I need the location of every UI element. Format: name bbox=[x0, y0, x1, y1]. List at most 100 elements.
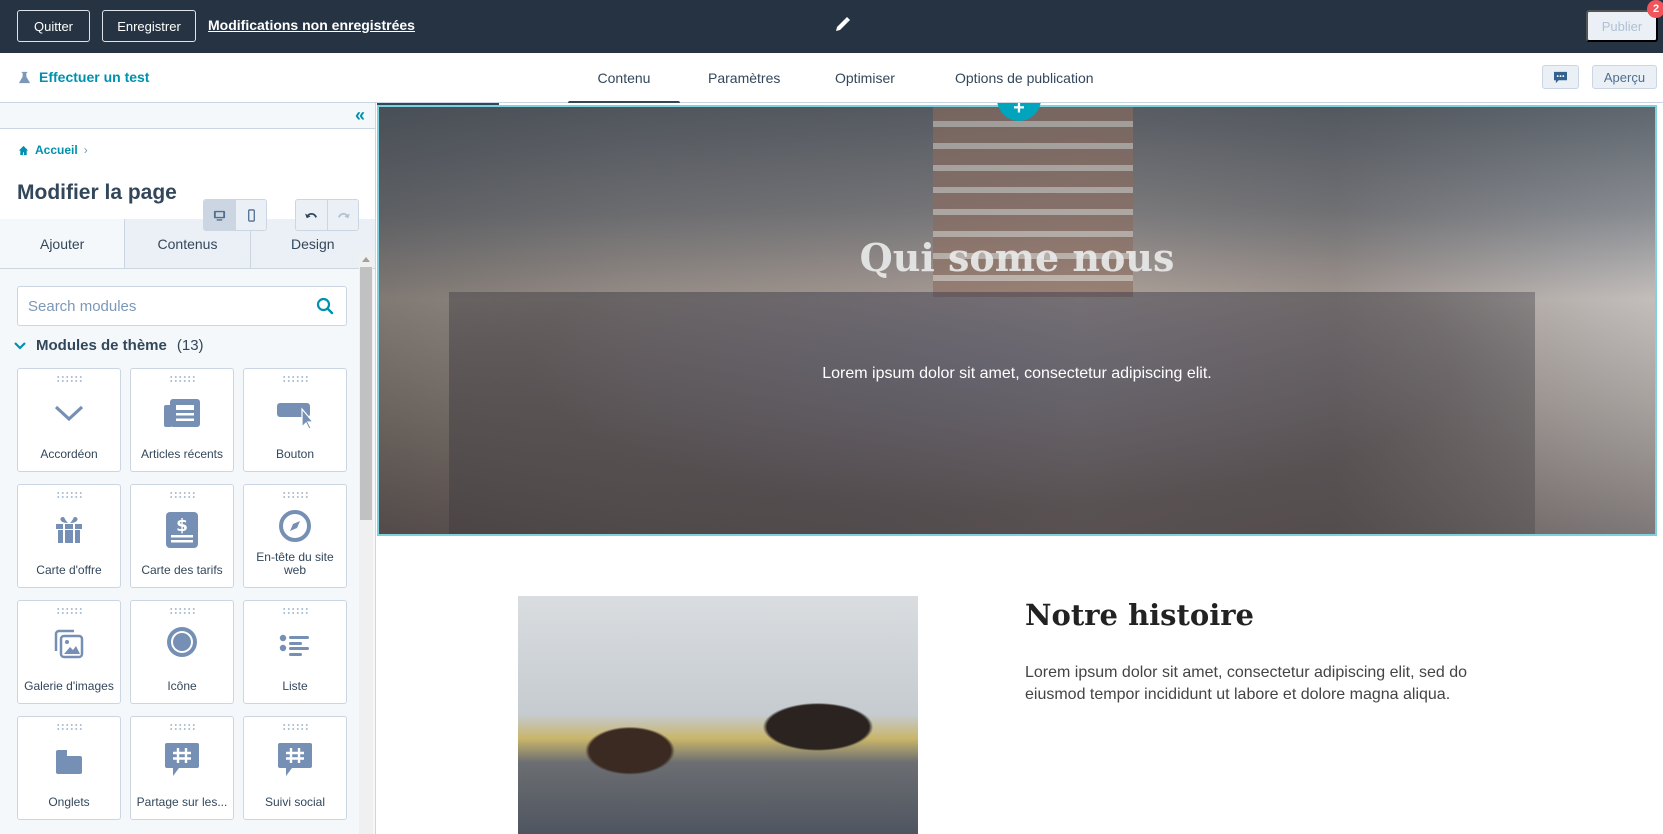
folder-icon bbox=[56, 750, 82, 774]
device-view-toggle bbox=[203, 199, 267, 231]
section-title: Modules de thème bbox=[36, 337, 167, 354]
compass-icon bbox=[279, 510, 311, 542]
breadcrumb-separator: › bbox=[83, 143, 88, 157]
sidebar-add-panel: Modules de thème (13) Accordéon Articles… bbox=[0, 269, 375, 829]
gift-icon bbox=[56, 517, 82, 543]
module-card-carte-offre[interactable]: Carte d'offre bbox=[17, 484, 121, 588]
drag-handle-icon bbox=[282, 723, 310, 731]
publish-button[interactable]: Publier bbox=[1586, 10, 1658, 42]
comment-icon bbox=[1554, 71, 1567, 83]
quit-button[interactable]: Quitter bbox=[17, 10, 90, 42]
module-search-input[interactable] bbox=[18, 287, 298, 325]
module-label: Suivi social bbox=[264, 795, 326, 809]
desktop-view-button[interactable] bbox=[204, 200, 235, 230]
drag-handle-icon bbox=[56, 491, 84, 499]
page-title: Modifier la page bbox=[17, 181, 177, 204]
preview-button[interactable]: Aperçu bbox=[1592, 65, 1657, 89]
module-label: Carte d'offre bbox=[36, 563, 102, 577]
sidebar-header: Accueil › Modifier la page bbox=[0, 129, 375, 231]
hashtag-bubble-icon bbox=[165, 743, 199, 776]
section-theme-modules[interactable]: Modules de thème (13) bbox=[14, 337, 204, 354]
history-controls bbox=[295, 199, 359, 231]
sidebar-scrollbar[interactable] bbox=[359, 253, 373, 834]
section-count: (13) bbox=[176, 337, 204, 354]
hashtag-bubble-icon bbox=[278, 743, 312, 776]
module-label: En-tête du site web bbox=[256, 550, 334, 577]
story-text[interactable]: Lorem ipsum dolor sit amet, consectetur … bbox=[1025, 662, 1505, 706]
top-bar: Quitter Enregistrer Modifications non en… bbox=[0, 0, 1663, 53]
hero-subtitle[interactable]: Lorem ipsum dolor sit amet, consectetur … bbox=[379, 365, 1655, 383]
mobile-view-button[interactable] bbox=[235, 200, 266, 230]
module-label: Accordéon bbox=[40, 447, 98, 461]
module-label: Carte des tarifs bbox=[141, 563, 223, 577]
module-label: Icône bbox=[167, 679, 197, 693]
collapse-sidebar-icon[interactable]: « bbox=[355, 106, 365, 124]
drag-handle-icon bbox=[169, 723, 197, 731]
module-label: Liste bbox=[282, 679, 308, 693]
module-label: Bouton bbox=[275, 447, 315, 461]
undo-button[interactable] bbox=[296, 200, 327, 230]
drag-handle-icon bbox=[56, 723, 84, 731]
chevron-down-icon bbox=[54, 405, 84, 422]
module-search bbox=[17, 286, 347, 326]
mobile-icon bbox=[247, 208, 255, 222]
hero-section[interactable]: Qui some nous Lorem ipsum dolor sit amet… bbox=[377, 105, 1657, 536]
pencil-icon[interactable] bbox=[832, 15, 852, 35]
module-card-articles-recents[interactable]: Articles récents bbox=[130, 368, 234, 472]
drag-handle-icon bbox=[282, 375, 310, 383]
drag-handle-icon bbox=[282, 491, 310, 499]
module-card-carte-tarifs[interactable]: $ Carte des tarifs bbox=[130, 484, 234, 588]
breadcrumb-home[interactable]: Accueil bbox=[35, 143, 78, 157]
drag-handle-icon bbox=[56, 607, 84, 615]
story-title[interactable]: Notre histoire bbox=[1025, 598, 1254, 632]
redo-button[interactable] bbox=[327, 200, 358, 230]
home-icon bbox=[18, 145, 29, 155]
story-image[interactable] bbox=[518, 596, 918, 834]
sidebar-collapse-bar: « bbox=[0, 103, 375, 129]
scroll-up-arrow-icon[interactable] bbox=[362, 257, 370, 262]
image-gallery-icon bbox=[54, 629, 84, 659]
save-button[interactable]: Enregistrer bbox=[102, 10, 196, 42]
hero-title[interactable]: Qui some nous bbox=[379, 235, 1655, 280]
scroll-thumb[interactable] bbox=[360, 267, 372, 520]
module-card-galerie-images[interactable]: Galerie d'images bbox=[17, 600, 121, 704]
breadcrumb: Accueil › bbox=[18, 143, 88, 157]
module-sidebar: « Accueil › Modifier la page Ajouter Con… bbox=[0, 103, 376, 834]
hero-team-photo bbox=[449, 292, 1535, 534]
module-card-onglets[interactable]: Onglets bbox=[17, 716, 121, 820]
tab-contenu[interactable]: Contenu bbox=[568, 53, 680, 104]
unsaved-changes-link[interactable]: Modifications non enregistrées bbox=[208, 17, 415, 33]
run-test-label: Effectuer un test bbox=[39, 69, 150, 85]
tab-optimiser[interactable]: Optimiser bbox=[835, 53, 895, 103]
module-card-icone[interactable]: Icône bbox=[130, 600, 234, 704]
tab-options-publication[interactable]: Options de publication bbox=[955, 53, 1094, 103]
notification-badge: 2 bbox=[1647, 0, 1663, 18]
module-label: Galerie d'images bbox=[24, 679, 114, 693]
comments-button[interactable] bbox=[1542, 65, 1579, 89]
module-card-bouton[interactable]: Bouton bbox=[243, 368, 347, 472]
flask-icon bbox=[18, 71, 31, 83]
sidebar-tab-ajouter[interactable]: Ajouter bbox=[0, 219, 125, 268]
module-card-en-tete-site[interactable]: En-tête du site web bbox=[243, 484, 347, 588]
pricing-card-icon: $ bbox=[166, 512, 198, 548]
run-test-link[interactable]: Effectuer un test bbox=[18, 69, 149, 85]
editor-nav: Effectuer un test Contenu Paramètres Opt… bbox=[0, 53, 1663, 104]
module-card-partage-reseaux[interactable]: Partage sur les... bbox=[130, 716, 234, 820]
drag-handle-icon bbox=[282, 607, 310, 615]
svg-text:$: $ bbox=[176, 516, 188, 536]
button-cursor-icon bbox=[277, 403, 314, 429]
undo-icon bbox=[305, 212, 318, 218]
module-label: Onglets bbox=[48, 795, 90, 809]
chevron-down-icon bbox=[14, 341, 26, 350]
drag-handle-icon bbox=[56, 375, 84, 383]
tab-parametres[interactable]: Paramètres bbox=[708, 53, 780, 103]
module-card-accordeon[interactable]: Accordéon bbox=[17, 368, 121, 472]
badge-icon bbox=[167, 627, 197, 657]
newspaper-icon bbox=[164, 399, 200, 427]
search-icon[interactable] bbox=[316, 297, 334, 315]
module-card-suivi-social[interactable]: Suivi social bbox=[243, 716, 347, 820]
page-canvas: Qui some nous Lorem ipsum dolor sit amet… bbox=[377, 103, 1663, 834]
module-grid: Accordéon Articles récents Bouton Carte … bbox=[17, 368, 347, 820]
drag-handle-icon bbox=[169, 375, 197, 383]
module-card-liste[interactable]: Liste bbox=[243, 600, 347, 704]
